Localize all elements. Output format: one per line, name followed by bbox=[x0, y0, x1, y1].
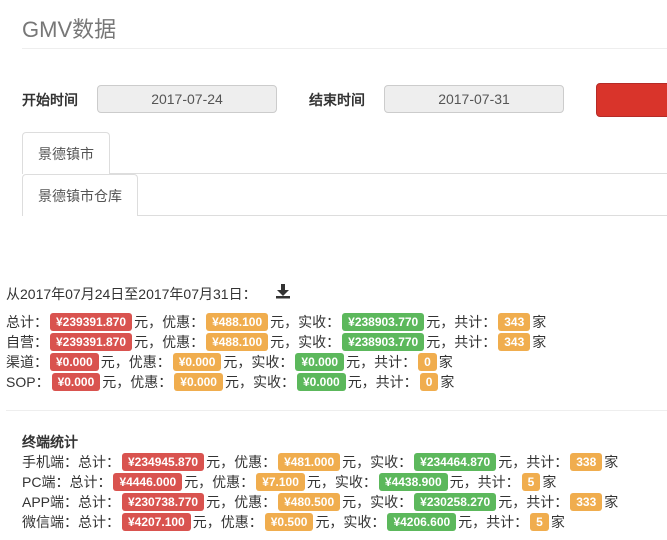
discount-badge: ¥0.000 bbox=[174, 373, 223, 392]
count-badge: 0 bbox=[418, 353, 437, 372]
row-label: 微信端：总计： bbox=[22, 513, 120, 530]
count-badge: 333 bbox=[570, 493, 603, 512]
unit-text: 元，共计： bbox=[347, 373, 418, 390]
received-badge: ¥0.000 bbox=[295, 353, 345, 372]
total-badge: ¥0.000 bbox=[50, 353, 99, 372]
unit-text: 元，优惠： bbox=[206, 493, 277, 510]
count-badge: 0 bbox=[419, 373, 439, 392]
count-badge: 5 bbox=[521, 473, 541, 492]
stats-row: PC端：总计： ¥4446.000 元，优惠： ¥7.100 元，实收： ¥4438.90… bbox=[22, 472, 556, 492]
terminal-stats-title: 终端统计 bbox=[22, 434, 78, 450]
unit-text: 家 bbox=[440, 373, 455, 390]
unit-text: 元，优惠： bbox=[102, 373, 173, 390]
unit-text: 元，共计： bbox=[498, 453, 569, 470]
unit-text: 家 bbox=[604, 453, 619, 470]
date-range-text: 从2017年07月24日至2017年07月31日： bbox=[6, 286, 257, 302]
count-badge: 5 bbox=[530, 513, 549, 532]
stats-row: APP端：总计： ¥230738.770 元，优惠： ¥480.500 元，实收： ¥23… bbox=[22, 492, 618, 512]
stats-row: 自营： ¥239391.870 元，优惠： ¥488.100 元，实收： ¥238903.… bbox=[6, 332, 546, 352]
total-badge: ¥0.000 bbox=[51, 373, 101, 392]
unit-text: 元，实收： bbox=[270, 313, 341, 330]
received-badge: ¥4206.600 bbox=[387, 513, 457, 532]
unit-text: 元，优惠： bbox=[100, 353, 171, 370]
received-badge: ¥230258.270 bbox=[414, 493, 497, 512]
unit-text: 家 bbox=[438, 353, 453, 370]
total-badge: ¥4446.000 bbox=[113, 473, 183, 492]
stats-row: 微信端：总计： ¥4207.100 元，优惠： ¥0.500 元，实收： ¥4206.60… bbox=[22, 512, 565, 532]
count-badge: 338 bbox=[570, 453, 603, 472]
unit-text: 元，优惠： bbox=[192, 513, 263, 530]
tab-jingdezhen[interactable]: 景德镇市 bbox=[22, 132, 110, 174]
submit-button[interactable] bbox=[596, 83, 667, 117]
unit-text: 元，共计： bbox=[449, 473, 520, 490]
discount-badge: ¥488.100 bbox=[206, 313, 269, 332]
total-badge: ¥234945.870 bbox=[122, 453, 205, 472]
row-label: 总计： bbox=[6, 313, 48, 330]
unit-text: 元，优惠： bbox=[184, 473, 255, 490]
start-time-label: 开始时间 bbox=[22, 92, 78, 108]
discount-badge: ¥0.500 bbox=[264, 513, 314, 532]
tab-jingdezhen-warehouse[interactable]: 景德镇市仓库 bbox=[22, 174, 138, 216]
unit-text: 家 bbox=[542, 473, 557, 490]
stats-row: SOP： ¥0.000 元，优惠： ¥0.000 元，实收： ¥0.000 元，共计： 0 家 bbox=[6, 372, 454, 392]
row-label: 自营： bbox=[6, 333, 48, 350]
unit-text: 元，实收： bbox=[223, 353, 294, 370]
unit-text: 元，实收： bbox=[342, 493, 413, 510]
count-badge: 343 bbox=[498, 313, 531, 332]
download-icon[interactable] bbox=[275, 283, 291, 299]
total-badge: ¥239391.870 bbox=[50, 333, 133, 352]
unit-text: 元，优惠： bbox=[134, 313, 205, 330]
unit-text: 元，共计： bbox=[346, 353, 417, 370]
unit-text: 元，实收： bbox=[306, 473, 377, 490]
row-label: SOP： bbox=[6, 373, 50, 390]
start-date-input[interactable]: 2017-07-24 bbox=[97, 85, 277, 113]
discount-badge: ¥7.100 bbox=[256, 473, 305, 492]
stats-row: 总计： ¥239391.870 元，优惠： ¥488.100 元，实收： ¥238903.… bbox=[6, 312, 546, 332]
discount-badge: ¥480.500 bbox=[278, 493, 341, 512]
page-title: GMV数据 bbox=[22, 17, 117, 42]
row-label: PC端：总计： bbox=[22, 473, 112, 490]
unit-text: 元，共计： bbox=[498, 493, 569, 510]
received-badge: ¥234464.870 bbox=[414, 453, 497, 472]
received-badge: ¥0.000 bbox=[296, 373, 346, 392]
unit-text: 家 bbox=[532, 313, 547, 330]
section-divider bbox=[6, 410, 667, 411]
unit-text: 元，优惠： bbox=[134, 333, 205, 350]
unit-text: 元，实收： bbox=[270, 333, 341, 350]
received-badge: ¥4438.900 bbox=[378, 473, 448, 492]
title-divider bbox=[22, 48, 667, 49]
unit-text: 元，共计： bbox=[458, 513, 529, 530]
unit-text: 元，实收： bbox=[342, 453, 413, 470]
end-time-label: 结束时间 bbox=[309, 92, 365, 108]
stats-row: 手机端：总计： ¥234945.870 元，优惠： ¥481.000 元，实收： ¥234… bbox=[22, 452, 618, 472]
unit-text: 元，实收： bbox=[315, 513, 386, 530]
unit-text: 家 bbox=[604, 493, 619, 510]
row-label: 手机端：总计： bbox=[22, 453, 120, 470]
stats-row: 渠道： ¥0.000 元，优惠： ¥0.000 元，实收： ¥0.000 元，共计： 0 家 bbox=[6, 352, 453, 372]
end-date-input[interactable]: 2017-07-31 bbox=[384, 85, 564, 113]
count-badge: 343 bbox=[498, 333, 531, 352]
unit-text: 元，共计： bbox=[426, 313, 497, 330]
unit-text: 家 bbox=[550, 513, 565, 530]
unit-text: 家 bbox=[532, 333, 547, 350]
row-label: 渠道： bbox=[6, 353, 48, 370]
unit-text: 元，优惠： bbox=[206, 453, 277, 470]
received-badge: ¥238903.770 bbox=[342, 333, 425, 352]
total-badge: ¥230738.770 bbox=[122, 493, 205, 512]
discount-badge: ¥0.000 bbox=[172, 353, 222, 372]
received-badge: ¥238903.770 bbox=[342, 313, 425, 332]
unit-text: 元，实收： bbox=[224, 373, 295, 390]
discount-badge: ¥488.100 bbox=[206, 333, 269, 352]
total-badge: ¥239391.870 bbox=[50, 313, 133, 332]
discount-badge: ¥481.000 bbox=[278, 453, 341, 472]
unit-text: 元，共计： bbox=[426, 333, 497, 350]
total-badge: ¥4207.100 bbox=[122, 513, 191, 532]
row-label: APP端：总计： bbox=[22, 493, 121, 510]
